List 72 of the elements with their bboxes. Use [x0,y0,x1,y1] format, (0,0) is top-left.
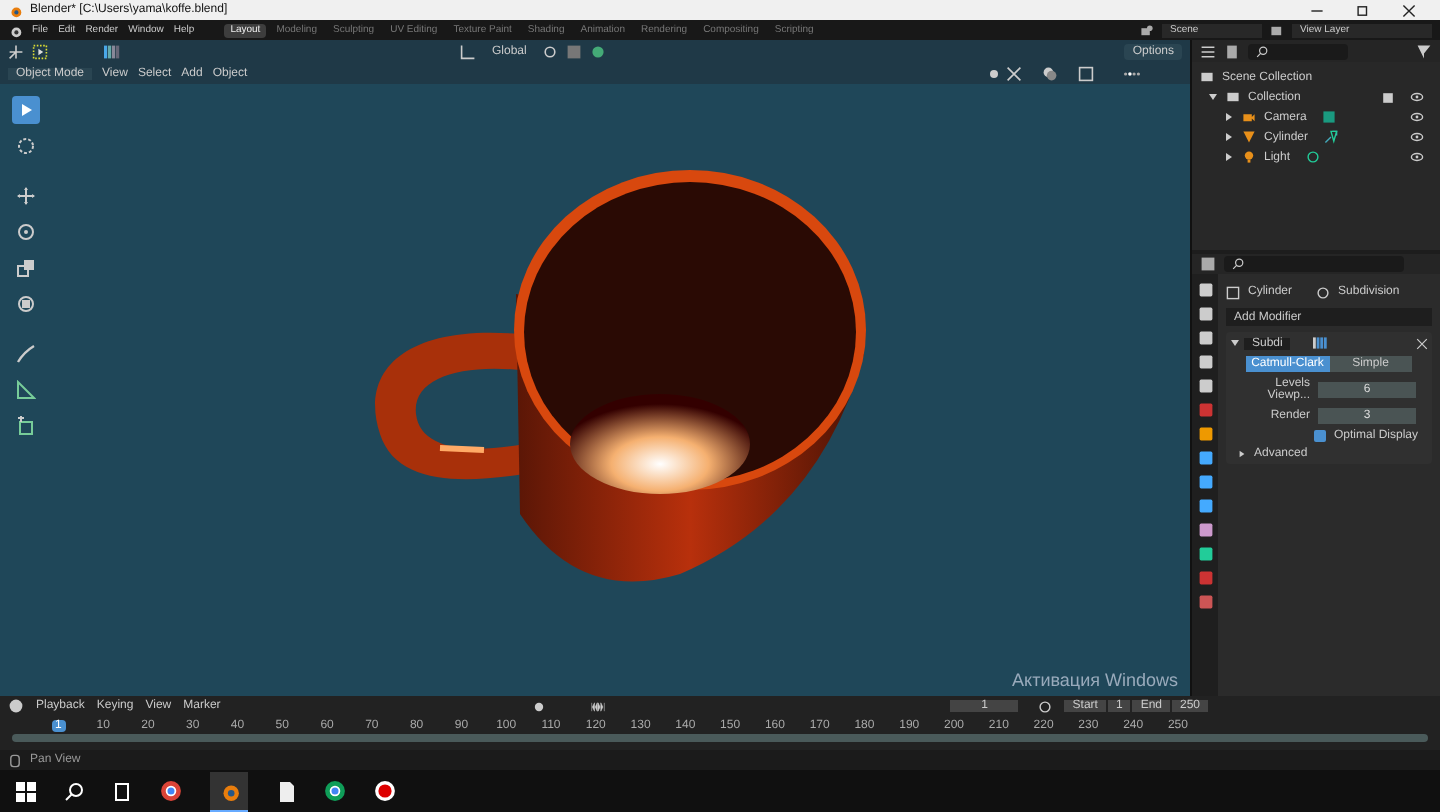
eye-icon[interactable] [1410,90,1424,104]
cursor-tool[interactable] [12,132,40,160]
scale-tool[interactable] [12,254,40,282]
measure-icon [16,380,36,400]
collapse-arrow-icon[interactable] [1230,338,1240,348]
blender-taskbar-button[interactable] [210,771,248,811]
record-icon[interactable] [374,780,396,802]
eye-icon[interactable] [1410,110,1424,124]
annotate-icon [16,344,36,364]
expanded-arrow-icon[interactable] [1208,92,1218,102]
move-tool[interactable] [12,182,40,210]
scale-icon [16,258,36,278]
eye-icon[interactable] [1410,130,1424,144]
add-cube-icon [16,416,36,436]
activation-notice: Активация Windows [1012,672,1178,690]
display-mode-icon[interactable] [1200,43,1216,59]
gizmo-icon[interactable] [1006,66,1022,82]
filter-icon[interactable] [1224,43,1240,59]
snap-icon[interactable] [566,44,583,60]
collapsed-arrow-icon[interactable] [1224,152,1234,162]
checkbox-icon[interactable] [1382,91,1394,103]
search-field[interactable] [1248,43,1348,59]
collapsed-arrow-icon[interactable] [1224,132,1234,142]
close-icon[interactable] [1402,3,1416,17]
mouse-icon [8,753,22,767]
visibility-icon[interactable] [986,66,1002,82]
measure-tool[interactable] [12,376,40,404]
browser-icon[interactable] [160,780,182,802]
object-icon [1242,110,1256,124]
stopwatch-icon[interactable] [1038,699,1053,713]
pivot-icon[interactable] [542,44,559,60]
rotate-tool[interactable] [12,218,40,246]
select-tool[interactable] [12,96,40,124]
checkbox[interactable] [1314,430,1326,442]
layers-icon[interactable] [1270,23,1284,37]
eye-icon[interactable] [1410,150,1424,164]
proportional-editing-icon[interactable] [590,44,607,60]
cursor-icon [16,136,36,156]
search-icon[interactable] [64,781,84,801]
search-icon [1232,258,1244,270]
transform-icon [16,294,36,314]
object-data-icon [1322,110,1337,124]
tool-icon[interactable] [8,44,24,60]
object-data-icon [1306,150,1321,164]
transform-tool[interactable] [12,290,40,318]
editor-type-icon[interactable] [1200,256,1216,272]
document-icon[interactable] [276,781,296,801]
select-icon [16,100,36,120]
modifier-icon [1316,285,1331,299]
overlays-icon[interactable] [1042,66,1058,82]
search-icon [1256,45,1268,57]
object-icon [1242,130,1256,144]
mesh-object-icon [1226,285,1240,299]
keyframe-record-icon[interactable] [532,699,547,713]
search-field[interactable] [1224,256,1404,272]
select-box-icon[interactable] [32,44,48,60]
windows-start-icon[interactable] [16,781,36,801]
rotate-icon [16,222,36,242]
transform-orientation-icon[interactable] [460,44,476,60]
timeline-scrollbar[interactable] [12,734,1428,742]
scene-icon[interactable] [1140,23,1154,37]
collapsed-arrow-icon[interactable] [1224,112,1234,122]
task-view-icon[interactable] [112,781,132,801]
object-icon [1242,150,1256,164]
annotate-tool[interactable] [12,340,40,368]
maximize-icon[interactable] [1356,3,1370,17]
browser-icon[interactable] [324,780,346,802]
timeline-editor-icon[interactable] [8,698,24,714]
collapsed-arrow-icon[interactable] [1238,450,1246,458]
move-icon [16,186,36,206]
xray-icon[interactable] [1078,66,1094,82]
object-data-icon [1324,130,1339,144]
